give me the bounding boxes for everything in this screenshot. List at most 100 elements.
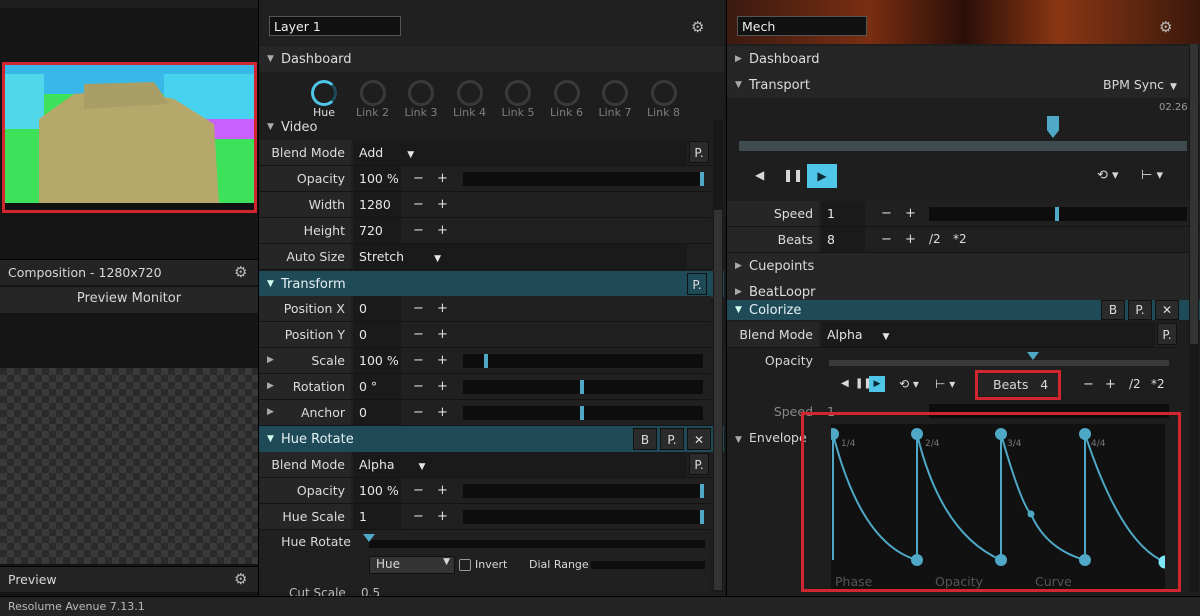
pause-icon[interactable]: ❚❚ [783, 168, 803, 182]
loop-mode-icon[interactable]: ⟲ ▾ [1097, 168, 1119, 183]
transform-section[interactable]: ▼ Transform [259, 271, 724, 297]
multiply-two-button[interactable]: *2 [1151, 372, 1165, 397]
minus-button[interactable]: − [413, 218, 424, 243]
minus-button[interactable]: − [413, 374, 424, 399]
clip-dashboard-section[interactable]: ▶ Dashboard [727, 46, 1200, 72]
param-value[interactable]: 100 % [353, 478, 401, 503]
param-dropdown[interactable]: Alpha ▼ [353, 452, 687, 477]
bpm-sync-dropdown[interactable]: BPM Sync ▼ [1103, 77, 1177, 92]
dashboard-knob[interactable] [505, 80, 531, 106]
plus-button[interactable]: + [437, 400, 448, 425]
clip-name-input[interactable] [737, 16, 867, 36]
plus-button[interactable]: + [437, 166, 448, 191]
invert-checkbox[interactable] [459, 559, 471, 571]
param-value[interactable]: 1 [353, 504, 401, 529]
plus-button[interactable]: + [437, 192, 448, 217]
param-value[interactable]: 100 % [353, 166, 401, 191]
scrollbar-thumb[interactable] [1190, 44, 1198, 344]
speed-value[interactable]: 1 [821, 201, 865, 226]
gear-icon[interactable]: ⚙ [234, 263, 247, 281]
preset-button[interactable]: P. [687, 273, 707, 295]
slider-handle-icon[interactable] [363, 534, 375, 542]
minus-button[interactable]: − [881, 201, 892, 226]
hue-select[interactable]: Hue ▼ [369, 556, 455, 574]
minus-button[interactable]: − [413, 166, 424, 191]
gear-icon[interactable]: ⚙ [234, 570, 247, 588]
param-slider[interactable] [463, 484, 704, 498]
play-forward-icon[interactable]: ▶ [869, 376, 885, 392]
minus-button[interactable]: − [413, 296, 424, 321]
param-value[interactable]: 100 % [353, 348, 401, 373]
dashboard-knob[interactable] [602, 80, 628, 106]
dial-range-slider[interactable] [591, 561, 705, 569]
bypass-button[interactable]: B [1101, 300, 1125, 320]
minus-button[interactable]: − [413, 348, 424, 373]
minus-button[interactable]: − [413, 478, 424, 503]
plus-button[interactable]: + [905, 227, 916, 252]
plus-button[interactable]: + [437, 322, 448, 347]
minus-button[interactable]: − [413, 504, 424, 529]
remove-effect-button[interactable]: ✕ [687, 428, 711, 450]
plus-button[interactable]: + [437, 296, 448, 321]
divide-two-button[interactable]: /2 [1129, 372, 1141, 397]
dashboard-knob[interactable] [311, 80, 337, 106]
layer-name-input[interactable] [269, 16, 401, 36]
param-value[interactable]: 0 ° [353, 374, 401, 399]
play-backward-icon[interactable]: ◀ [841, 378, 849, 389]
divide-two-button[interactable]: /2 [929, 227, 941, 252]
hue-rotate-slider[interactable] [369, 540, 705, 548]
minus-button[interactable]: − [413, 192, 424, 217]
dashboard-knob[interactable] [553, 80, 580, 106]
param-value[interactable]: 720 [353, 218, 401, 243]
dashboard-section[interactable]: ▼ Dashboard [259, 46, 724, 72]
plus-button[interactable]: + [437, 504, 448, 529]
dashboard-knob[interactable] [359, 80, 386, 106]
param-slider[interactable] [463, 172, 704, 186]
playhead-icon[interactable] [1047, 116, 1059, 138]
dashboard-knob[interactable] [408, 80, 434, 106]
play-forward-icon[interactable]: ▶ [807, 164, 837, 188]
minus-button[interactable]: − [881, 227, 892, 252]
plus-button[interactable]: + [437, 348, 448, 373]
gear-icon[interactable]: ⚙ [1159, 18, 1172, 36]
opacity-timeline[interactable] [829, 360, 1169, 366]
envelope-section[interactable]: ▼ Envelope [735, 430, 807, 445]
preview-monitor-button[interactable]: Preview Monitor [0, 287, 258, 313]
dashboard-knob[interactable] [650, 80, 677, 106]
blend-mode-dropdown[interactable]: Alpha ▼ [821, 322, 1155, 347]
param-slider[interactable] [463, 354, 703, 368]
play-mode-icon[interactable]: ⊢ ▾ [935, 377, 955, 391]
playhead-icon[interactable] [1027, 352, 1039, 360]
cuepoints-section[interactable]: ▶ Cuepoints [727, 253, 1200, 279]
scrollbar[interactable] [713, 120, 723, 592]
preset-button[interactable]: P. [689, 453, 709, 475]
plus-button[interactable]: + [905, 201, 916, 226]
preset-button[interactable]: P. [1157, 323, 1177, 345]
plus-button[interactable]: + [437, 478, 448, 503]
video-section[interactable]: ▼ Video [259, 118, 724, 136]
dashboard-knob[interactable] [456, 80, 483, 106]
scrollbar-thumb[interactable] [714, 210, 722, 590]
beats-value[interactable]: 8 [821, 227, 865, 252]
gear-icon[interactable]: ⚙ [691, 18, 704, 36]
expand-triangle-icon[interactable]: ▶ [267, 381, 274, 391]
param-slider[interactable] [463, 380, 703, 394]
param-value[interactable]: 1280 [353, 192, 401, 217]
expand-triangle-icon[interactable]: ▶ [267, 407, 274, 417]
param-slider[interactable] [463, 510, 704, 524]
preset-button[interactable]: P. [1128, 300, 1152, 320]
expand-triangle-icon[interactable]: ▶ [267, 355, 274, 365]
play-mode-icon[interactable]: ⊢ ▾ [1141, 168, 1163, 183]
plus-button[interactable]: + [1105, 372, 1116, 397]
preset-button[interactable]: P. [660, 428, 684, 450]
param-value[interactable]: 0 [353, 322, 401, 347]
param-value[interactable]: 0 [353, 400, 401, 425]
param-dropdown[interactable]: Stretch ▼ [353, 244, 687, 269]
param-dropdown[interactable]: Add ▼ [353, 140, 687, 165]
bypass-button[interactable]: B [633, 428, 657, 450]
param-value[interactable]: 0 [353, 296, 401, 321]
transport-timeline[interactable] [739, 141, 1187, 151]
minus-button[interactable]: − [413, 322, 424, 347]
param-slider[interactable] [463, 406, 703, 420]
loop-mode-icon[interactable]: ⟲ ▾ [899, 377, 919, 391]
